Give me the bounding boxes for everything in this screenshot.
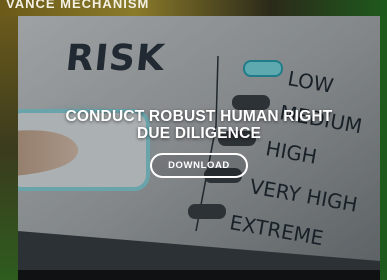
- card-title-line-1: CONDUCT ROBUST HUMAN RIGHT: [65, 108, 333, 125]
- download-button[interactable]: DOWNLOAD: [150, 153, 248, 178]
- card-title-line-2: DUE DILIGENCE: [136, 125, 262, 142]
- right-neighbor-card-edge: [380, 16, 387, 280]
- top-banner-strip: VANCE MECHANISM: [0, 0, 387, 16]
- card-bottom-edge: [18, 270, 380, 280]
- left-neighbor-card-edge: [0, 16, 18, 280]
- resource-card[interactable]: RISK LOW MEDIUM HIGH VERY HIGH EXTREME C…: [18, 16, 380, 270]
- image-dim-overlay: [18, 16, 380, 270]
- card-title: CONDUCT ROBUST HUMAN RIGHT DUE DILIGENCE: [18, 108, 380, 142]
- top-banner-text: VANCE MECHANISM: [6, 0, 150, 11]
